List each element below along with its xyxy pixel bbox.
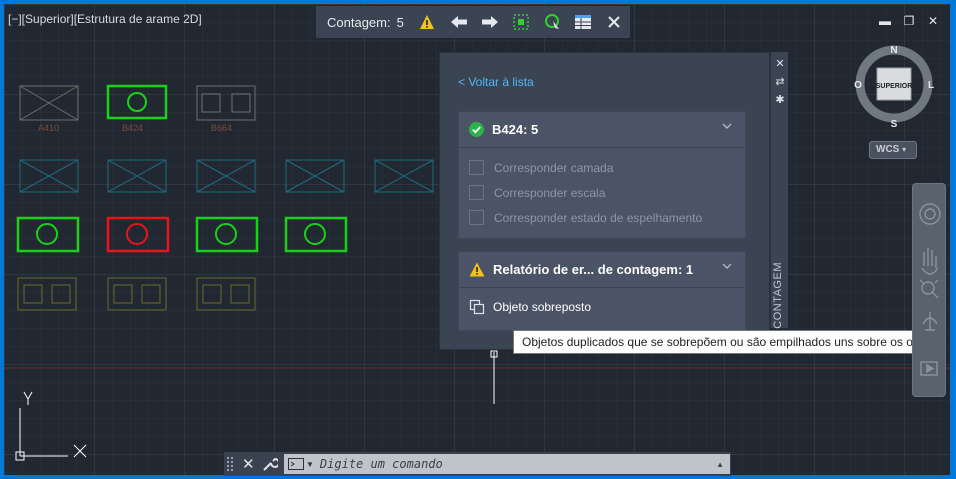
navigation-bar: [912, 183, 946, 397]
zoom-selection-icon[interactable]: [511, 12, 530, 32]
count-label: Contagem:: [327, 14, 391, 30]
ucs-menu-button[interactable]: WCS ▾: [869, 141, 917, 159]
match-scale-checkbox[interactable]: [469, 185, 484, 200]
command-input[interactable]: ▼ Digite um comando ▲: [284, 454, 730, 474]
warning-icon: [469, 262, 485, 277]
wrench-icon[interactable]: [262, 456, 278, 472]
close-icon[interactable]: ✕: [774, 58, 786, 70]
compass-north: N: [890, 45, 897, 56]
command-placeholder: Digite um comando: [319, 457, 443, 471]
chevron-down-icon: ▾: [902, 145, 907, 154]
restore-icon[interactable]: ❐: [902, 14, 916, 28]
viewcube[interactable]: SUPERIOR N S O L: [848, 38, 944, 148]
close-icon[interactable]: ✕: [926, 14, 940, 28]
count-palette: < Voltar à lista B424: 5 Corresponder ca…: [439, 52, 770, 350]
block-count-card: B424: 5 Corresponder camada Corresponder…: [458, 111, 746, 239]
tooltip: Objetos duplicados que se sobrepõem ou s…: [513, 330, 946, 354]
match-scale-option[interactable]: Corresponder escala: [459, 180, 745, 205]
viewcube-face-label: SUPERIOR: [876, 83, 913, 90]
match-layer-checkbox[interactable]: [469, 160, 484, 175]
overlap-icon: [469, 299, 485, 314]
showmotion-icon[interactable]: [920, 361, 938, 376]
block-count-title: B424: 5: [492, 122, 539, 137]
error-report-title: Relatório de er... de contagem: 1: [493, 262, 694, 277]
block-b664[interactable]: B664: [196, 85, 256, 133]
warning-icon[interactable]: [418, 12, 437, 32]
match-scale-label: Corresponder escala: [494, 185, 606, 200]
grip-handle[interactable]: [226, 455, 236, 473]
block-row-olive: [17, 277, 256, 311]
chevron-down-icon[interactable]: [721, 260, 733, 272]
viewport-window-controls: ▬ ❐ ✕: [878, 14, 940, 28]
match-layer-label: Corresponder camada: [494, 160, 614, 175]
block-b424-highlighted[interactable]: B424: [106, 84, 168, 133]
compass-south: S: [891, 119, 898, 130]
palette-title-strip[interactable]: ✕ ⇄ ✱ CONTAGEM: [770, 52, 788, 329]
overlapping-object-item[interactable]: Objeto sobreposto: [459, 288, 745, 325]
arrow-right-icon[interactable]: [480, 12, 499, 32]
block-a410[interactable]: A410: [19, 85, 79, 133]
error-report-header[interactable]: Relatório de er... de contagem: 1: [459, 252, 745, 288]
chevron-up-icon[interactable]: ▲: [716, 460, 724, 469]
arrow-left-icon[interactable]: [449, 12, 468, 32]
block-b424-duplicate-red[interactable]: [106, 216, 170, 253]
table-icon[interactable]: [574, 12, 593, 32]
ucs-icon: [15, 391, 87, 461]
block-b424-instance[interactable]: [284, 216, 348, 253]
compass-east: L: [928, 80, 934, 91]
match-mirror-option[interactable]: Corresponder estado de espelhamento: [459, 205, 745, 230]
block-row-cyan: [19, 159, 434, 193]
ucs-menu-label: WCS: [876, 144, 900, 155]
block-b424-instance[interactable]: [16, 216, 80, 253]
steering-wheel-icon[interactable]: [919, 203, 941, 225]
close-icon[interactable]: [605, 12, 624, 32]
zoom-extents-icon[interactable]: [919, 279, 939, 299]
insert-block-icon[interactable]: [543, 12, 562, 32]
properties-icon[interactable]: ✱: [774, 94, 786, 106]
block-label-a410: A410: [38, 123, 59, 133]
block-label-b424: B424: [122, 123, 143, 133]
check-circle-icon: [469, 122, 484, 137]
match-mirror-checkbox[interactable]: [469, 210, 484, 225]
match-mirror-label: Corresponder estado de espelhamento: [494, 210, 703, 225]
palette-title: CONTAGEM: [772, 262, 784, 329]
count-error-report-card: Relatório de er... de contagem: 1 Objeto…: [458, 251, 746, 331]
orbit-icon[interactable]: [922, 312, 938, 331]
command-line: ✕ ▼ Digite um comando ▲: [224, 452, 731, 476]
back-to-list-link[interactable]: < Voltar à lista: [458, 75, 534, 89]
compass-west: O: [854, 80, 862, 91]
overlapping-object-label: Objeto sobreposto: [493, 299, 592, 314]
minimize-icon[interactable]: ▬: [878, 14, 892, 28]
block-b424-instance[interactable]: [195, 216, 259, 253]
auto-hide-icon[interactable]: ⇄: [774, 76, 786, 88]
block-label-b664: B664: [211, 123, 232, 133]
pan-icon[interactable]: [921, 248, 939, 275]
viewport-controls-label[interactable]: [−][Superior][Estrutura de arame 2D]: [8, 12, 202, 26]
chevron-down-icon[interactable]: [721, 120, 733, 132]
block-count-header[interactable]: B424: 5: [459, 112, 745, 148]
command-prompt-icon[interactable]: [288, 458, 304, 470]
match-layer-option[interactable]: Corresponder camada: [459, 155, 745, 180]
count-value: 5: [396, 14, 404, 30]
count-toolbar: Contagem: 5: [316, 6, 630, 38]
cursor-crosshair: [490, 350, 498, 404]
chevron-down-icon[interactable]: ▼: [306, 460, 314, 469]
close-icon[interactable]: ✕: [242, 455, 256, 473]
